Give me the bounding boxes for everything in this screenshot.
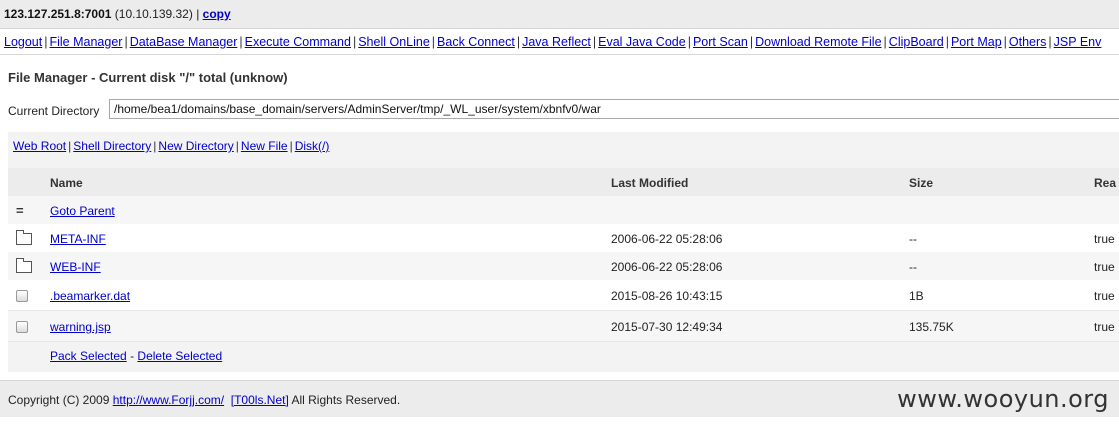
file-modified: 2006-06-22 05:28:06	[611, 232, 723, 246]
menu-database-manager[interactable]: DataBase Manager	[130, 35, 238, 49]
menu-jsp-env[interactable]: JSP Env	[1054, 35, 1102, 49]
new-directory-link[interactable]: New Directory	[158, 139, 233, 153]
file-panel: Web Root | Shell Directory | New Directory | N…	[8, 132, 1119, 372]
menu-back-connect[interactable]: Back Connect	[437, 35, 515, 49]
menu-execute-command[interactable]: Execute Command	[245, 35, 351, 49]
page-title: File Manager - Current disk "/" total (u…	[8, 70, 288, 85]
main-menu: Logout | File Manager | DataBase Manager | Exe…	[4, 35, 1102, 49]
file-size: 1B	[909, 289, 924, 303]
header-name: Name	[50, 176, 83, 190]
table-row: WEB-INF 2006-06-22 05:28:06 -- true .	[8, 252, 1119, 281]
copyright-prefix: Copyright (C) 2009	[8, 393, 110, 407]
menu-java-reflect[interactable]: Java Reflect	[522, 35, 591, 49]
copy-link[interactable]: copy	[203, 7, 231, 21]
t00ls-link[interactable]: [T00ls.Net]	[231, 393, 289, 407]
table-header: Name Last Modified Size Rea	[8, 168, 1119, 197]
server-address: 123.127.251.8:7001	[4, 7, 112, 21]
file-name-link[interactable]: .beamarker.dat	[50, 289, 130, 303]
forjj-link[interactable]: http://www.Forjj.com/	[113, 393, 224, 407]
menu-others[interactable]: Others	[1009, 35, 1047, 49]
file-name-link[interactable]: warning.jsp	[50, 320, 111, 334]
menu-clipboard[interactable]: ClipBoard	[889, 35, 944, 49]
header-last-modified: Last Modified	[611, 176, 689, 190]
file-read: true .	[1094, 232, 1119, 246]
quick-links: Web Root | Shell Directory | New Directory | N…	[13, 139, 330, 153]
goto-parent-row: = Goto Parent	[8, 196, 1119, 225]
divider: |	[196, 7, 200, 21]
file-size: 135.75K	[909, 320, 954, 334]
goto-parent-link[interactable]: Goto Parent	[50, 204, 115, 218]
menu-port-map[interactable]: Port Map	[951, 35, 1002, 49]
top-bar: 123.127.251.8:7001 (10.10.139.32) | copy	[0, 0, 1119, 29]
folder-icon	[16, 258, 32, 273]
table-row: warning.jsp 2015-07-30 12:49:34 135.75K …	[8, 311, 1119, 342]
menu-eval-java-code[interactable]: Eval Java Code	[598, 35, 686, 49]
bulk-actions: Pack Selected - Delete Selected	[50, 349, 222, 363]
select-checkbox[interactable]	[16, 290, 28, 302]
main-menu-bar: Logout | File Manager | DataBase Manager | Exe…	[0, 29, 1119, 55]
menu-shell-online[interactable]: Shell OnLine	[358, 35, 430, 49]
file-name-link[interactable]: WEB-INF	[50, 260, 101, 274]
new-file-link[interactable]: New File	[241, 139, 288, 153]
divider: -	[130, 349, 135, 363]
menu-logout[interactable]: Logout	[4, 35, 42, 49]
host-info: 123.127.251.8:7001 (10.10.139.32) | copy	[4, 7, 231, 21]
footer: Copyright (C) 2009 http://www.Forjj.com/…	[0, 380, 1119, 417]
parent-icon: =	[16, 203, 24, 218]
local-address: (10.10.139.32)	[114, 7, 193, 21]
current-directory-input[interactable]	[109, 99, 1119, 119]
header-read: Rea	[1094, 176, 1117, 190]
header-size: Size	[909, 176, 934, 190]
copyright-suffix: All Rights Reserved.	[291, 393, 401, 407]
web-root-link[interactable]: Web Root	[13, 139, 66, 153]
file-read: true .	[1094, 320, 1119, 334]
shell-directory-link[interactable]: Shell Directory	[73, 139, 151, 153]
folder-icon	[16, 230, 32, 245]
table-row: META-INF 2006-06-22 05:28:06 -- true .	[8, 224, 1119, 253]
file-read: true .	[1094, 289, 1119, 303]
file-modified: 2015-08-26 10:43:15	[611, 289, 723, 303]
file-read: true .	[1094, 260, 1119, 274]
delete-selected-link[interactable]: Delete Selected	[137, 349, 222, 363]
menu-file-manager[interactable]: File Manager	[49, 35, 122, 49]
file-modified: 2015-07-30 12:49:34	[611, 320, 723, 334]
copyright: Copyright (C) 2009 http://www.Forjj.com/…	[8, 393, 400, 407]
table-row: .beamarker.dat 2015-08-26 10:43:15 1B tr…	[8, 280, 1119, 311]
file-size: --	[909, 232, 917, 246]
menu-port-scan[interactable]: Port Scan	[693, 35, 748, 49]
select-checkbox[interactable]	[16, 321, 28, 333]
file-name-link[interactable]: META-INF	[50, 232, 106, 246]
watermark: www.wooyun.org	[897, 385, 1109, 413]
disk-link[interactable]: Disk(/)	[295, 139, 330, 153]
file-size: --	[909, 260, 917, 274]
menu-download-remote-file[interactable]: Download Remote File	[755, 35, 881, 49]
current-directory-label: Current Directory	[8, 104, 100, 118]
pack-selected-link[interactable]: Pack Selected	[50, 349, 127, 363]
file-modified: 2006-06-22 05:28:06	[611, 260, 723, 274]
